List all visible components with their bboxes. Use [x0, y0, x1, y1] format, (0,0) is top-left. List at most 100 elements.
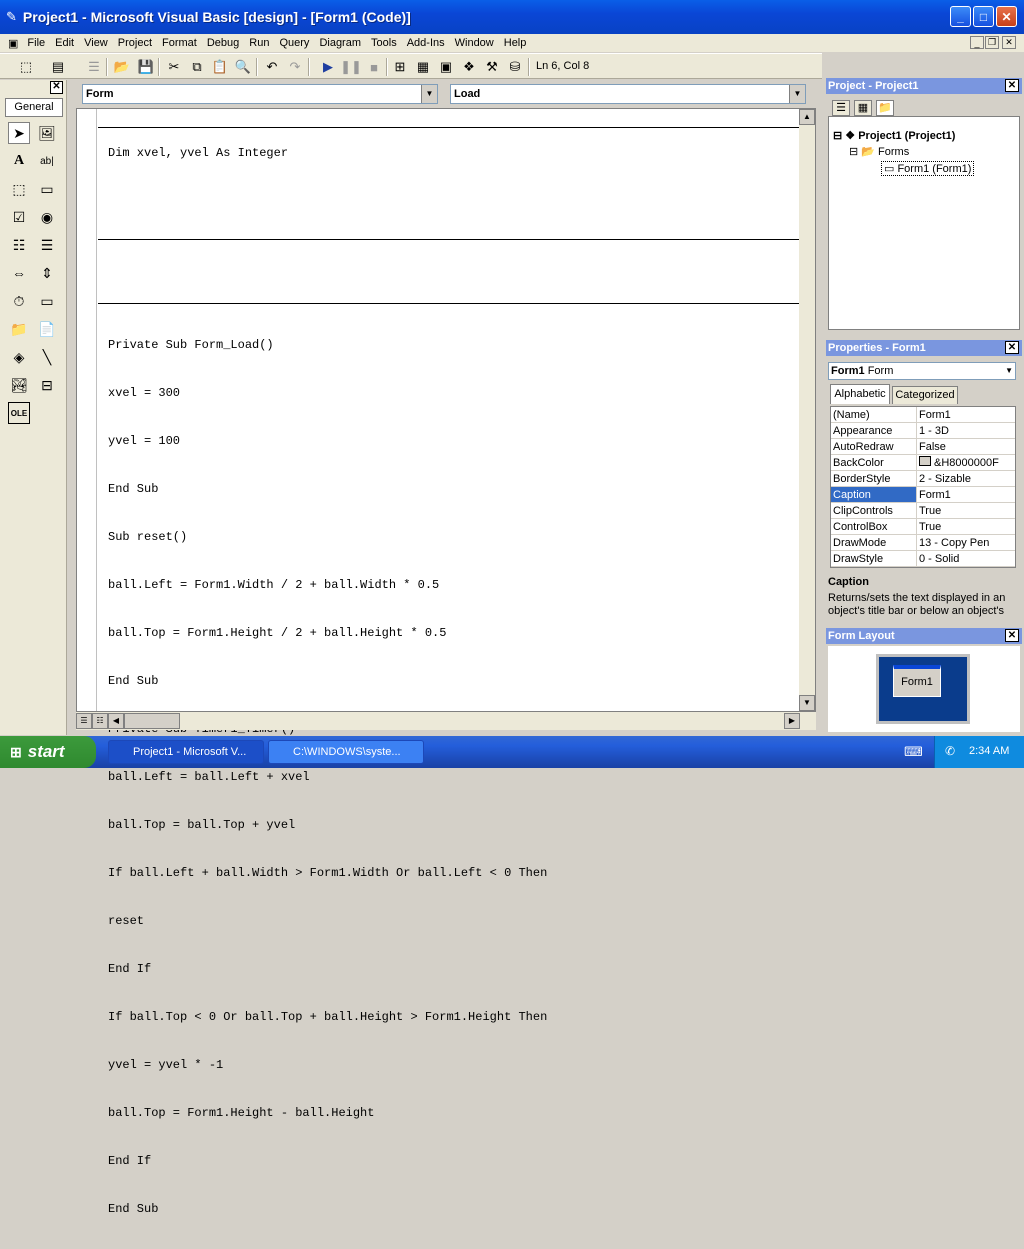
- property-row-selected[interactable]: Caption Form1: [831, 487, 1015, 503]
- code-editor[interactable]: Dim xvel, yvel As Integer Private Sub Fo…: [76, 108, 816, 1216]
- tree-item-form1[interactable]: ▭ Form1 (Form1): [881, 161, 975, 176]
- project-pane-close-button[interactable]: ✕: [1005, 79, 1019, 92]
- data-view-icon[interactable]: ⛁: [505, 57, 525, 77]
- hscrollbar-tool-icon[interactable]: ⇔: [8, 262, 30, 284]
- code-text[interactable]: Dim xvel, yvel As Integer Private Sub Fo…: [108, 113, 547, 1249]
- scroll-down-arrow-icon[interactable]: ▼: [799, 695, 815, 711]
- tab-alphabetic[interactable]: Alphabetic: [830, 384, 890, 404]
- project-tree[interactable]: ⊟ ❖ Project1 (Project1) ⊟ 📂 Forms ▭ Form…: [828, 116, 1020, 330]
- menu-query[interactable]: Query: [274, 37, 314, 49]
- pointer-tool-icon[interactable]: ➤: [8, 122, 30, 144]
- property-row[interactable]: BackColor &H8000000F: [831, 455, 1015, 471]
- optionbutton-tool-icon[interactable]: ◉: [36, 206, 58, 228]
- find-icon[interactable]: 🔍: [233, 57, 253, 77]
- maximize-button[interactable]: □: [973, 6, 994, 27]
- listbox-tool-icon[interactable]: ☰: [36, 234, 58, 256]
- cut-icon[interactable]: ✂: [164, 57, 184, 77]
- textbox-tool-icon[interactable]: ab|: [36, 150, 58, 172]
- form-position-preview[interactable]: Form1: [893, 665, 941, 697]
- mdi-restore-button[interactable]: ❐: [985, 36, 999, 49]
- property-row[interactable]: DrawStyle 0 - Solid: [831, 551, 1015, 567]
- menu-diagram[interactable]: Diagram: [314, 37, 366, 49]
- tree-item-project[interactable]: ⊟ ❖ Project1 (Project1): [833, 129, 955, 142]
- menu-file[interactable]: File: [22, 37, 50, 49]
- menu-add-ins[interactable]: Add-Ins: [402, 37, 450, 49]
- dirlistbox-tool-icon[interactable]: 📁: [8, 318, 30, 340]
- data-tool-icon[interactable]: ⊟: [36, 374, 58, 396]
- task-vb-project[interactable]: Project1 - Microsoft V...: [108, 740, 264, 764]
- object-selector[interactable]: Form1 Form ▼: [828, 362, 1016, 380]
- end-icon[interactable]: ■: [364, 57, 384, 77]
- drivelistbox-tool-icon[interactable]: ▭: [36, 290, 58, 312]
- ole-tool-icon[interactable]: OLE: [8, 402, 30, 424]
- add-project-icon[interactable]: ⬚: [16, 57, 36, 77]
- filelistbox-tool-icon[interactable]: 📄: [36, 318, 58, 340]
- toolbox-icon[interactable]: ⚒: [482, 57, 502, 77]
- scroll-thumb[interactable]: [124, 713, 180, 729]
- view-object-icon[interactable]: ▦: [854, 100, 872, 116]
- start-run-icon[interactable]: ▶: [318, 57, 338, 77]
- menu-project[interactable]: Project: [113, 37, 157, 49]
- undo-icon[interactable]: ↶: [262, 57, 282, 77]
- copy-icon[interactable]: ⧉: [187, 57, 207, 77]
- property-row[interactable]: ControlBox True: [831, 519, 1015, 535]
- full-module-view-icon[interactable]: ☷: [92, 713, 108, 729]
- property-grid[interactable]: (Name) Form1 Appearance 1 - 3D AutoRedraw F…: [830, 406, 1016, 568]
- project-explorer-icon[interactable]: ⊞: [390, 57, 410, 77]
- picturebox-tool-icon[interactable]: 🖼: [36, 122, 58, 144]
- margin-indicator-bar[interactable]: [77, 109, 97, 711]
- code-horizontal-scrollbar[interactable]: ☰ ☷ ◀ ▶: [76, 712, 816, 730]
- property-row[interactable]: (Name) Form1: [831, 407, 1015, 423]
- menu-help[interactable]: Help: [499, 37, 532, 49]
- property-row[interactable]: AutoRedraw False: [831, 439, 1015, 455]
- line-tool-icon[interactable]: ╲: [36, 346, 58, 368]
- property-row[interactable]: BorderStyle 2 - Sizable: [831, 471, 1015, 487]
- procedure-combo[interactable]: Load ▼: [450, 84, 806, 104]
- property-row[interactable]: Appearance 1 - 3D: [831, 423, 1015, 439]
- object-browser-icon[interactable]: ❖: [459, 57, 479, 77]
- chevron-down-icon[interactable]: ▼: [421, 85, 437, 103]
- menu-run[interactable]: Run: [244, 37, 274, 49]
- document-icon[interactable]: ▣: [0, 37, 22, 50]
- timer-tool-icon[interactable]: ⏱: [8, 290, 30, 312]
- redo-icon[interactable]: ↷: [285, 57, 305, 77]
- procedure-view-icon[interactable]: ☰: [76, 713, 92, 729]
- clock[interactable]: 2:34 AM: [969, 745, 1009, 757]
- form-layout-icon[interactable]: ▣: [436, 57, 456, 77]
- mdi-minimize-button[interactable]: _: [970, 36, 984, 49]
- title-bar[interactable]: ✎ Project1 - Microsoft Visual Basic [des…: [0, 0, 1024, 34]
- scroll-left-arrow-icon[interactable]: ◀: [108, 713, 124, 729]
- chevron-down-icon[interactable]: ▼: [1005, 363, 1013, 379]
- mdi-close-button[interactable]: ✕: [1002, 36, 1016, 49]
- menu-edit[interactable]: Edit: [50, 37, 79, 49]
- label-tool-icon[interactable]: A: [8, 150, 30, 172]
- tab-categorized[interactable]: Categorized: [892, 386, 958, 404]
- break-icon[interactable]: ❚❚: [340, 57, 362, 77]
- object-combo[interactable]: Form ▼: [82, 84, 438, 104]
- close-button[interactable]: ✕: [996, 6, 1017, 27]
- scroll-right-arrow-icon[interactable]: ▶: [784, 713, 800, 729]
- minimize-button[interactable]: _: [950, 6, 971, 27]
- view-code-icon[interactable]: ☰: [832, 100, 850, 116]
- menu-debug[interactable]: Debug: [202, 37, 244, 49]
- start-button[interactable]: ⊞ start: [0, 736, 96, 768]
- combobox-tool-icon[interactable]: ☷: [8, 234, 30, 256]
- task-command-prompt[interactable]: C:\WINDOWS\syste...: [268, 740, 424, 764]
- properties-pane-close-button[interactable]: ✕: [1005, 341, 1019, 354]
- shape-tool-icon[interactable]: ◈: [8, 346, 30, 368]
- menu-format[interactable]: Format: [157, 37, 202, 49]
- add-form-icon[interactable]: ▤: [48, 57, 68, 77]
- menu-tools[interactable]: Tools: [366, 37, 402, 49]
- network-icon[interactable]: ✆: [945, 744, 955, 758]
- open-icon[interactable]: 📂: [112, 57, 132, 77]
- code-vertical-scrollbar[interactable]: ▲ ▼: [799, 109, 815, 711]
- form-layout-close-button[interactable]: ✕: [1005, 629, 1019, 642]
- property-row[interactable]: DrawMode 13 - Copy Pen: [831, 535, 1015, 551]
- keyboard-icon[interactable]: ⌨: [904, 744, 923, 760]
- menu-window[interactable]: Window: [450, 37, 499, 49]
- scroll-up-arrow-icon[interactable]: ▲: [799, 109, 815, 125]
- properties-window-icon[interactable]: ▦: [413, 57, 433, 77]
- toggle-folders-icon[interactable]: 📁: [876, 100, 894, 116]
- image-tool-icon[interactable]: 🏞: [8, 374, 30, 396]
- property-row[interactable]: ClipControls True: [831, 503, 1015, 519]
